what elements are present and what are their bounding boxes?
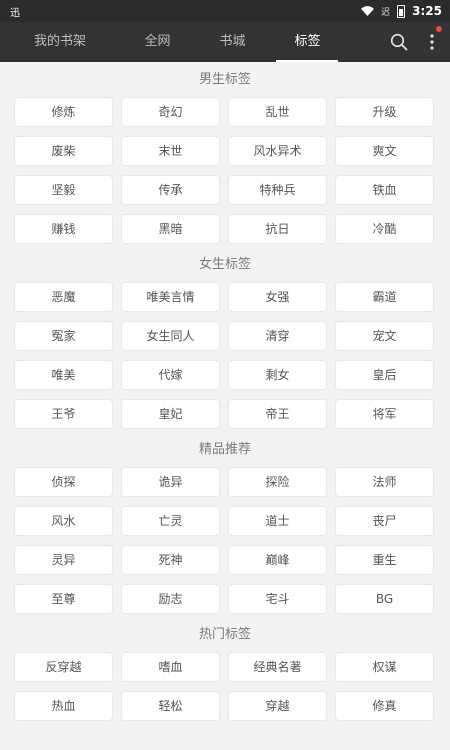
tag-button[interactable]: 探险 [229, 468, 326, 496]
search-button[interactable] [386, 22, 412, 62]
wifi-icon [361, 6, 375, 16]
tag-button[interactable]: 剩女 [229, 361, 326, 389]
tag-button[interactable]: 宠文 [336, 322, 433, 350]
tag-grid: 修炼 奇幻 乱世 升级废柴 末世 风水异术 爽文坚毅 传承 特种兵 铁血赚钱 黑暗 抗日 冷酷 [0, 98, 450, 243]
tag-button[interactable]: 唯美 [15, 361, 112, 389]
tag-button[interactable]: 皇妃 [122, 400, 219, 428]
tag-grid: 反穿越 嗜血 经典名著 权谋热血 轻松 穿越 修真 [0, 653, 450, 720]
sim-label: 迟 [381, 7, 391, 18]
tag-button[interactable]: 传承 [122, 176, 219, 204]
tag-button[interactable]: 爽文 [336, 137, 433, 165]
status-app-indicator: 迅 [10, 7, 20, 19]
tag-button[interactable]: 帝王 [229, 400, 326, 428]
notification-dot [436, 26, 442, 32]
status-right-group: 迟 3:25 [361, 4, 442, 18]
tag-button[interactable]: 励志 [122, 585, 219, 613]
tag-button[interactable]: 重生 [336, 546, 433, 574]
tab-book-city[interactable]: 书城 [195, 22, 270, 62]
tag-button[interactable]: 女强 [229, 283, 326, 311]
tag-list-content[interactable]: 男生标签修炼 奇幻 乱世 升级废柴 末世 风水异术 爽文坚毅 传承 特种兵 铁血赚钱 黑暗 抗日 冷酷女… [0, 62, 450, 750]
tag-button[interactable]: 王爷 [15, 400, 112, 428]
status-time: 3:25 [412, 4, 442, 18]
tag-button[interactable]: 奇幻 [122, 98, 219, 126]
tag-button[interactable]: 穿越 [229, 692, 326, 720]
tab-tags[interactable]: 标签 [270, 22, 345, 62]
tag-button[interactable]: 代嫁 [122, 361, 219, 389]
tag-button[interactable]: 侦探 [15, 468, 112, 496]
tag-button[interactable]: 乱世 [229, 98, 326, 126]
tag-button[interactable]: 灵异 [15, 546, 112, 574]
tag-button[interactable]: 诡异 [122, 468, 219, 496]
tag-button[interactable]: 霸道 [336, 283, 433, 311]
battery-icon [397, 4, 406, 18]
tag-section: 精品推荐侦探 诡异 探险 法师风水 亡灵 道士 丧尸灵异 死神 巅峰 重生至尊 励志 宅斗 BG [0, 432, 450, 613]
section-title: 男生标签 [198, 72, 251, 87]
tag-button[interactable]: 丧尸 [336, 507, 433, 535]
section-title: 精品推荐 [198, 442, 251, 457]
tag-button[interactable]: 亡灵 [122, 507, 219, 535]
tag-button[interactable]: 皇后 [336, 361, 433, 389]
tag-button[interactable]: 冷酷 [336, 215, 433, 243]
tag-button[interactable]: 修真 [336, 692, 433, 720]
tag-button[interactable]: 经典名著 [229, 653, 326, 681]
tab-my-bookshelf[interactable]: 我的书架 [10, 22, 110, 62]
tag-button[interactable]: 赚钱 [15, 215, 112, 243]
tag-button[interactable]: 巅峰 [229, 546, 326, 574]
search-icon [390, 33, 408, 51]
tag-button[interactable]: 清穿 [229, 322, 326, 350]
tag-button[interactable]: 死神 [122, 546, 219, 574]
tag-button[interactable]: 坚毅 [15, 176, 112, 204]
tag-button[interactable]: 宅斗 [229, 585, 326, 613]
tag-grid: 恶魔 唯美言情 女强 霸道冤家 女生同人 清穿 宠文唯美 代嫁 剩女 皇后王爷 皇妃 帝王 将军 [0, 283, 450, 428]
tag-button[interactable]: 热血 [15, 692, 112, 720]
tag-button[interactable]: 轻松 [122, 692, 219, 720]
tag-button[interactable]: 法师 [336, 468, 433, 496]
tag-button[interactable]: BG [336, 585, 433, 613]
tag-button[interactable]: 风水 [15, 507, 112, 535]
tag-button[interactable]: 冤家 [15, 322, 112, 350]
tag-button[interactable]: 黑暗 [122, 215, 219, 243]
tag-button[interactable]: 特种兵 [229, 176, 326, 204]
tag-button[interactable]: 权谋 [336, 653, 433, 681]
tag-button[interactable]: 抗日 [229, 215, 326, 243]
tag-grid: 侦探 诡异 探险 法师风水 亡灵 道士 丧尸灵异 死神 巅峰 重生至尊 励志 宅斗 BG [0, 468, 450, 613]
tag-button[interactable]: 道士 [229, 507, 326, 535]
tag-button[interactable]: 反穿越 [15, 653, 112, 681]
tab-whole-web[interactable]: 全网 [120, 22, 195, 62]
tag-button[interactable]: 末世 [122, 137, 219, 165]
tag-button[interactable]: 铁血 [336, 176, 433, 204]
tag-button[interactable]: 嗜血 [122, 653, 219, 681]
tag-button[interactable]: 唯美言情 [122, 283, 219, 311]
tag-button[interactable]: 将军 [336, 400, 433, 428]
section-title: 女生标签 [198, 257, 251, 272]
tag-button[interactable]: 恶魔 [15, 283, 112, 311]
tag-button[interactable]: 修炼 [15, 98, 112, 126]
tag-button[interactable]: 升级 [336, 98, 433, 126]
tag-section: 女生标签恶魔 唯美言情 女强 霸道冤家 女生同人 清穿 宠文唯美 代嫁 剩女 皇后王爷 皇妃 帝王 将军 [0, 247, 450, 428]
more-vertical-icon [430, 34, 434, 50]
tag-button[interactable]: 风水异术 [229, 137, 326, 165]
tag-button[interactable]: 女生同人 [122, 322, 219, 350]
tag-section: 男生标签修炼 奇幻 乱世 升级废柴 末世 风水异术 爽文坚毅 传承 特种兵 铁血赚钱 黑暗 抗日 冷酷 [0, 62, 450, 243]
status-bar: 迅 迟 3:25 [0, 0, 450, 22]
tag-button[interactable]: 至尊 [15, 585, 112, 613]
tag-button[interactable]: 废柴 [15, 137, 112, 165]
top-nav-bar: 我的书架 全网 书城 标签 [0, 22, 450, 62]
tag-section: 热门标签反穿越 嗜血 经典名著 权谋热血 轻松 穿越 修真 [0, 617, 450, 720]
section-title: 热门标签 [198, 627, 251, 642]
